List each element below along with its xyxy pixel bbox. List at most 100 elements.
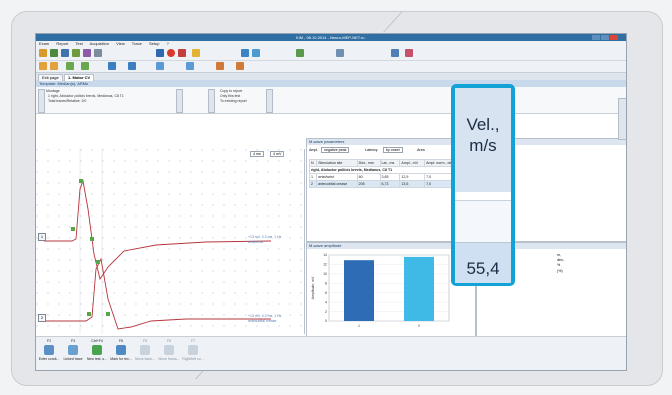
trace-2-marker-peak (96, 260, 100, 264)
montage-item[interactable]: 1 right, Abductor pollicis brevis, Media… (48, 94, 124, 98)
function-key-f6[interactable]: F6 Mark for rec... (110, 339, 132, 361)
function-key-f5[interactable]: F5 Move back... (134, 339, 156, 361)
copy-to-report-checkbox[interactable]: Copy to report (220, 89, 242, 93)
function-key-f3[interactable]: F3 Linked trace (62, 339, 84, 361)
function-key-f7[interactable]: F7 Right/left co... (182, 339, 204, 361)
report-icon[interactable] (83, 49, 91, 57)
new-test-icon (92, 345, 102, 355)
bar (344, 260, 374, 321)
menu-test[interactable]: Test (75, 41, 82, 46)
x-tick-label: 2 (418, 324, 420, 328)
cursor-tool-icon[interactable] (39, 62, 47, 70)
fkey-caption: Mark for rec... (110, 357, 132, 361)
exam-icon[interactable] (39, 49, 47, 57)
trace-2-marker-onset (87, 312, 91, 316)
y-tick-label: 12 (323, 263, 327, 267)
tab-motor-cv[interactable]: 1. Motor CV (64, 74, 95, 81)
velocity-row-1 (455, 200, 511, 242)
fkey-caption: Move forwa... (158, 357, 180, 361)
velocity-value: 55,4 (466, 259, 500, 278)
menu-help[interactable]: ? (167, 41, 169, 46)
channels-side-tab[interactable] (38, 89, 45, 113)
marker-icon[interactable] (296, 49, 304, 57)
column-header: Stimulation site (316, 159, 358, 167)
fkey-label: F5 (142, 339, 148, 343)
trace-1-label[interactable]: 1 (38, 233, 46, 241)
main-toolbar (36, 47, 626, 61)
trace-display[interactable]: 1 2 +13 mV, 0.2 ms, 1 Hz wrist/wrist +13… (36, 149, 305, 334)
total-traces-label: Total traces/Relative: 2/0 (48, 99, 87, 103)
fkey-caption: Right/left co... (182, 357, 204, 361)
cursor-tool-icon[interactable] (50, 62, 58, 70)
amplifier-side-tab[interactable] (266, 89, 273, 113)
time-scale-select[interactable]: 4 ms (250, 151, 264, 157)
menu-report[interactable]: Report (56, 41, 68, 46)
fkey-label: Ctrl+F4 (91, 339, 103, 343)
trace-2-label[interactable]: 2 (38, 314, 46, 322)
stimulus-side-tab[interactable] (176, 89, 183, 113)
pdf-line: dev., (557, 258, 565, 262)
stop-icon[interactable] (178, 49, 186, 57)
y-tick-label: 14 (323, 253, 327, 257)
function-key-f2[interactable]: F2 Enter condi... (38, 339, 60, 361)
home-icon[interactable] (391, 49, 399, 57)
menu-setup[interactable]: Setup (149, 41, 159, 46)
montage-label: Montage (46, 89, 60, 93)
ampl-label: Ampl. (309, 148, 319, 152)
menu-acquisition[interactable]: Acquisition (90, 41, 109, 46)
filter-icon[interactable] (236, 62, 244, 70)
print-icon[interactable] (94, 49, 102, 57)
amplitude-scale-select[interactable]: 4 mV (270, 151, 285, 157)
window-title: KIM , 08.10.2014 - Neuro-MEP-NET.ru (296, 35, 365, 40)
cursor-icon[interactable] (252, 49, 260, 57)
settings-panel: Montage 1 right, Abductor pollicis brevi… (36, 87, 626, 114)
settings-icon[interactable] (336, 49, 344, 57)
pause-icon[interactable] (192, 49, 200, 57)
marker-tool-icon[interactable] (128, 62, 136, 70)
marker-tool-icon[interactable] (108, 62, 116, 70)
ampl-select[interactable]: negative peak (321, 147, 350, 153)
table-cell: 205 (356, 180, 381, 188)
fkey-caption: Move back... (135, 357, 155, 361)
report-side-tab[interactable] (208, 89, 215, 113)
filter-icon[interactable] (216, 62, 224, 70)
menu-view[interactable]: View (116, 41, 125, 46)
function-key-ctrl-f4[interactable]: Ctrl+F4 New test, s... (86, 339, 108, 361)
close-icon[interactable] (610, 35, 618, 40)
y-axis-label: Amplitude, mV (311, 276, 315, 299)
trace-1-marker-peak (79, 179, 83, 183)
latency-select[interactable]: by onset (383, 147, 403, 153)
measure-icon[interactable] (66, 62, 74, 70)
y-tick-label: 10 (323, 272, 327, 276)
y-tick-label: 2 (325, 310, 327, 314)
fkey-caption: New test, s... (86, 357, 108, 361)
y-tick-label: 8 (325, 281, 327, 285)
wave-icon[interactable] (156, 62, 164, 70)
measure-icon[interactable] (81, 62, 89, 70)
table-cell: 3,65 (379, 173, 401, 181)
patient-icon[interactable] (50, 49, 58, 57)
to-existing-report-checkbox[interactable]: To existing report (220, 99, 247, 103)
tab-exit-page[interactable]: Exit page (38, 74, 63, 81)
area-label: Area (417, 148, 425, 152)
test-icon[interactable] (61, 49, 69, 57)
maximize-icon[interactable] (601, 35, 609, 40)
montage-icon[interactable] (72, 49, 80, 57)
function-key-f6b[interactable]: F6 Move forwa... (158, 339, 180, 361)
linked-trace-icon (68, 345, 78, 355)
zoom-icon[interactable] (241, 49, 249, 57)
trace-1-marker-end (90, 237, 94, 241)
record-icon[interactable] (167, 49, 175, 57)
y-tick-label: 6 (325, 291, 327, 295)
only-this-test-checkbox[interactable]: Only this test (220, 94, 240, 98)
menu-trace[interactable]: Trace (132, 41, 142, 46)
minimize-icon[interactable] (592, 35, 600, 40)
velocity-header-text: Vel., m/s (455, 114, 511, 156)
wave-icon[interactable] (186, 62, 194, 70)
chart-icon[interactable] (405, 49, 413, 57)
trace-1-note: +13 mV, 0.2 ms, 1 Hz (248, 235, 282, 239)
menu-exam[interactable]: Exam (39, 41, 49, 46)
table-cell: 13,6 (399, 180, 426, 188)
play-icon[interactable] (156, 49, 164, 57)
right-side-tab[interactable] (618, 98, 626, 140)
